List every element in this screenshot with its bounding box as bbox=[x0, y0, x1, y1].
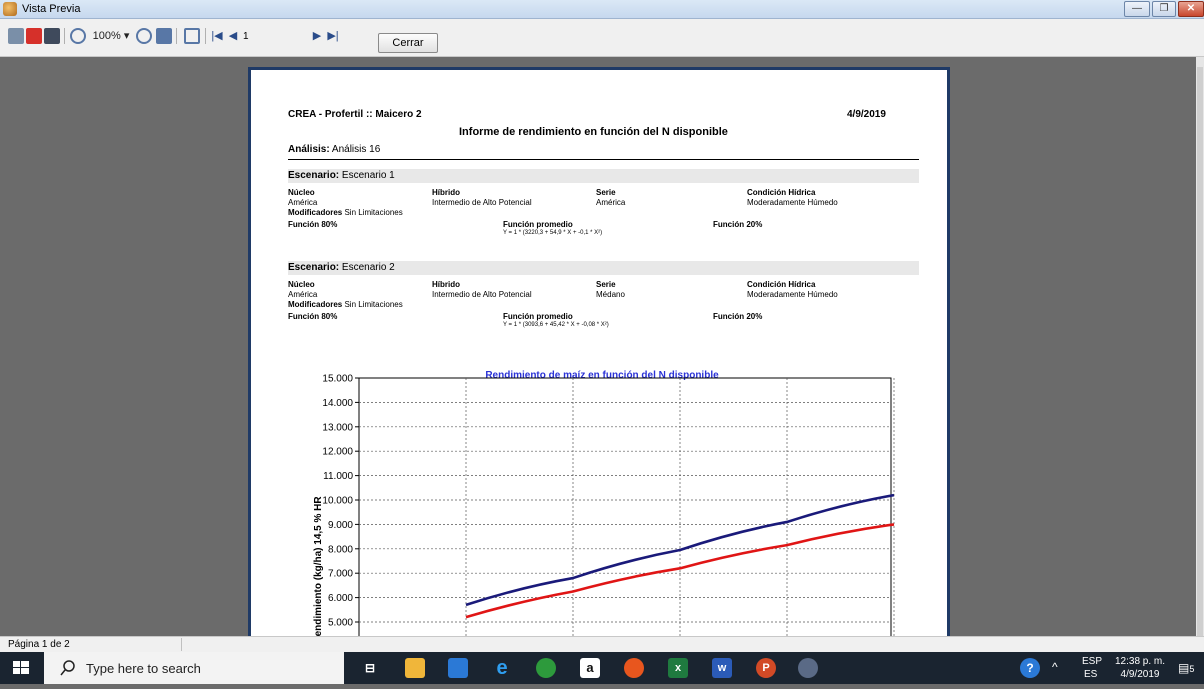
y-tick-label: 8.000 bbox=[328, 544, 353, 555]
y-axis-label: Rendimiento (kg/ha) 14,5 % HR bbox=[313, 496, 324, 636]
search-icon bbox=[60, 660, 75, 676]
next-page-icon[interactable]: ▶ bbox=[310, 27, 324, 45]
y-tick-label: 13.000 bbox=[322, 422, 353, 433]
zoom-select[interactable]: 100% ▾ bbox=[90, 27, 132, 45]
qlik-icon[interactable] bbox=[536, 658, 556, 678]
word-icon[interactable]: w bbox=[712, 658, 732, 678]
page-number-input[interactable] bbox=[243, 27, 293, 45]
close-window-button[interactable]: ✕ bbox=[1178, 1, 1204, 17]
first-page-icon[interactable]: |◀ bbox=[210, 27, 224, 45]
preview-area[interactable]: CREA - Profertil :: Maicero 2 4/9/2019 I… bbox=[0, 57, 1196, 636]
active-app-icon[interactable] bbox=[798, 658, 818, 678]
toolbar: 100% ▾ |◀ ◀ ▶ ▶| Cerrar bbox=[0, 19, 1204, 57]
vertical-scrollbar[interactable] bbox=[1196, 57, 1204, 637]
print-icon[interactable] bbox=[8, 28, 24, 44]
powerpoint-icon[interactable]: P bbox=[756, 658, 776, 678]
pdf-export-icon[interactable] bbox=[26, 28, 42, 44]
page-count-text: Página 1 de 2 bbox=[8, 639, 70, 650]
y-tick-label: 15.000 bbox=[322, 374, 353, 385]
taskbar: Type here to search ⊟ e a x w P ? ^ ESP E… bbox=[0, 652, 1204, 684]
y-tick-label: 7.000 bbox=[328, 569, 353, 580]
find-icon[interactable] bbox=[44, 28, 60, 44]
y-tick-label: 11.000 bbox=[323, 471, 353, 482]
y-tick-label: 14.000 bbox=[322, 398, 353, 409]
close-preview-button[interactable]: Cerrar bbox=[378, 33, 438, 53]
windows-icon bbox=[13, 661, 29, 674]
status-bar: Página 1 de 2 bbox=[0, 636, 1204, 652]
language-indicator[interactable]: ESP ES bbox=[1082, 656, 1102, 680]
file-explorer-icon[interactable] bbox=[405, 658, 425, 678]
edge-icon[interactable]: e bbox=[492, 658, 512, 678]
y-tick-label: 6.000 bbox=[328, 593, 353, 604]
y-tick-label: 10.000 bbox=[322, 496, 353, 507]
zoom-out-icon[interactable] bbox=[136, 28, 152, 44]
prev-page-icon[interactable]: ◀ bbox=[226, 27, 240, 45]
app-icon bbox=[3, 2, 17, 16]
title-bar: Vista Previa — ❐ ✕ bbox=[0, 0, 1204, 19]
fit-page-icon[interactable] bbox=[156, 28, 172, 44]
clock[interactable]: 12:38 p. m. 4/9/2019 bbox=[1112, 656, 1168, 680]
report-page: CREA - Profertil :: Maicero 2 4/9/2019 I… bbox=[248, 67, 950, 636]
notification-icon[interactable]: ▤5 bbox=[1178, 661, 1194, 675]
minimize-button[interactable]: — bbox=[1124, 1, 1150, 17]
window-title: Vista Previa bbox=[22, 3, 81, 15]
tray-chevron-icon[interactable]: ^ bbox=[1052, 660, 1058, 674]
excel-icon[interactable]: x bbox=[668, 658, 688, 678]
yield-chart: 5.000 6.000 7.000 8.000 9.000 10.000 11.000 12.… bbox=[313, 374, 895, 636]
firefox-icon[interactable] bbox=[624, 658, 644, 678]
task-view-icon[interactable]: ⊟ bbox=[360, 658, 380, 678]
amazon-icon[interactable]: a bbox=[580, 658, 600, 678]
y-tick-label: 9.000 bbox=[328, 520, 353, 531]
store-icon[interactable] bbox=[448, 658, 468, 678]
search-placeholder: Type here to search bbox=[86, 661, 201, 676]
last-page-icon[interactable]: ▶| bbox=[326, 27, 340, 45]
two-pages-icon[interactable] bbox=[184, 28, 200, 44]
start-button[interactable] bbox=[0, 652, 44, 684]
y-tick-label: 5.000 bbox=[328, 618, 353, 629]
help-icon[interactable]: ? bbox=[1020, 658, 1040, 678]
maximize-button[interactable]: ❐ bbox=[1152, 1, 1176, 17]
zoom-in-icon[interactable] bbox=[70, 28, 86, 44]
taskbar-search[interactable]: Type here to search bbox=[44, 652, 344, 684]
y-tick-label: 12.000 bbox=[322, 447, 353, 458]
